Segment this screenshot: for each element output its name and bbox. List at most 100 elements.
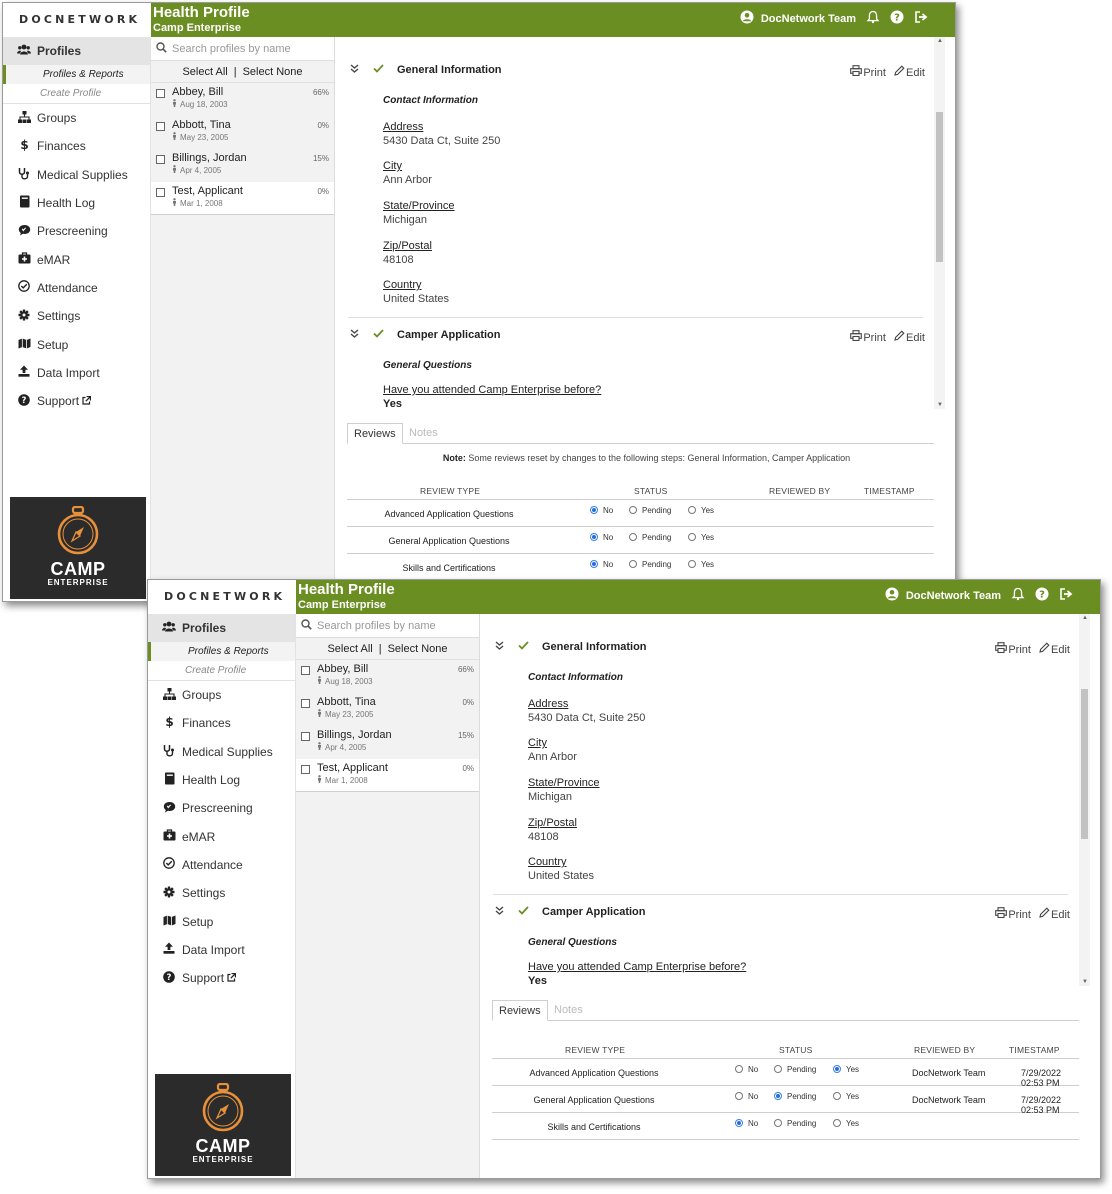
form-scrollbar[interactable]: ▲ ▼ xyxy=(934,37,945,409)
profile-list-item[interactable]: Abbey, Bill Aug 18, 2003 66% xyxy=(151,83,334,116)
tab-reviews[interactable]: Reviews xyxy=(347,423,403,444)
bell-icon[interactable] xyxy=(1011,587,1025,604)
sidebar-item-data-import[interactable]: Data Import xyxy=(148,936,295,964)
section-general-information[interactable]: General Information Print Edit xyxy=(350,64,925,82)
sidebar-item-data-import[interactable]: Data Import xyxy=(3,359,150,387)
status-radio-pending[interactable]: Pending xyxy=(774,1092,816,1101)
radio-circle[interactable] xyxy=(833,1092,841,1100)
edit-button[interactable]: Edit xyxy=(894,330,925,344)
user-name[interactable]: DocNetwork Team xyxy=(761,13,856,25)
logout-icon[interactable] xyxy=(1059,587,1074,604)
section-general-information[interactable]: General Information Print Edit xyxy=(495,641,1070,659)
radio-circle[interactable] xyxy=(774,1092,782,1100)
radio-circle[interactable] xyxy=(833,1065,841,1073)
profile-list-item[interactable]: Billings, Jordan Apr 4, 2005 15% xyxy=(151,149,334,182)
tab-reviews[interactable]: Reviews xyxy=(492,1000,548,1021)
select-none-link[interactable]: Select None xyxy=(388,643,448,655)
help-icon[interactable]: ? xyxy=(1035,587,1049,604)
sidebar-item-finances[interactable]: $ Finances xyxy=(3,132,150,160)
status-radio-pending[interactable]: Pending xyxy=(774,1119,816,1128)
sidebar-item-finances[interactable]: $ Finances xyxy=(148,709,295,737)
sidebar-item-profiles[interactable]: Profiles xyxy=(3,37,150,65)
status-radio-pending[interactable]: Pending xyxy=(629,533,671,542)
search-input[interactable]: Search profiles by name xyxy=(151,37,334,61)
collapse-chevrons-icon[interactable] xyxy=(495,906,504,919)
status-radio-yes[interactable]: Yes xyxy=(833,1065,859,1074)
print-button[interactable]: Print xyxy=(850,65,889,79)
radio-circle[interactable] xyxy=(590,560,598,568)
status-radio-pending[interactable]: Pending xyxy=(774,1065,816,1074)
user-avatar-icon[interactable] xyxy=(740,10,754,27)
print-button[interactable]: Print xyxy=(995,642,1034,656)
user-avatar-icon[interactable] xyxy=(885,587,899,604)
radio-circle[interactable] xyxy=(833,1119,841,1127)
profile-list-item[interactable]: Abbey, Bill Aug 18, 2003 66% xyxy=(296,660,479,693)
search-input[interactable]: Search profiles by name xyxy=(296,614,479,638)
status-radio-no[interactable]: No xyxy=(735,1119,758,1128)
sidebar-item-health-log[interactable]: Health Log xyxy=(148,766,295,794)
logout-icon[interactable] xyxy=(914,10,929,27)
section-camper-application[interactable]: Camper Application Print Edit xyxy=(495,906,1070,924)
sidebar-item-setup[interactable]: Setup xyxy=(3,330,150,358)
user-name[interactable]: DocNetwork Team xyxy=(906,590,1001,602)
sidebar-item-attendance[interactable]: Attendance xyxy=(3,274,150,302)
edit-button[interactable]: Edit xyxy=(894,65,925,79)
radio-circle[interactable] xyxy=(688,533,696,541)
scrollbar-thumb[interactable] xyxy=(936,112,943,262)
collapse-chevrons-icon[interactable] xyxy=(495,641,504,654)
radio-circle[interactable] xyxy=(590,533,598,541)
radio-circle[interactable] xyxy=(590,506,598,514)
status-radio-no[interactable]: No xyxy=(590,533,613,542)
sidebar-item-groups[interactable]: Groups xyxy=(3,104,150,132)
sidebar-item-medical-supplies[interactable]: Medical Supplies xyxy=(3,161,150,189)
profile-checkbox[interactable] xyxy=(156,155,165,164)
profile-checkbox[interactable] xyxy=(156,89,165,98)
bell-icon[interactable] xyxy=(866,10,880,27)
edit-button[interactable]: Edit xyxy=(1039,907,1070,921)
sidebar-subitem-profiles-reports[interactable]: Profiles & Reports xyxy=(3,65,150,84)
collapse-chevrons-icon[interactable] xyxy=(350,329,359,342)
scroll-up-arrow-icon[interactable]: ▲ xyxy=(1082,615,1088,621)
sidebar-item-groups[interactable]: Groups xyxy=(148,681,295,709)
profile-list-item[interactable]: Test, Applicant Mar 1, 2008 0% xyxy=(296,759,479,792)
radio-circle[interactable] xyxy=(629,533,637,541)
sidebar-subitem-create-profile[interactable]: Create Profile xyxy=(3,84,150,104)
status-radio-no[interactable]: No xyxy=(735,1065,758,1074)
docnetwork-logo[interactable]: DOCNETWORK xyxy=(3,3,151,37)
status-radio-yes[interactable]: Yes xyxy=(688,533,714,542)
help-icon[interactable]: ? xyxy=(890,10,904,27)
radio-circle[interactable] xyxy=(688,506,696,514)
sidebar-item-prescreening[interactable]: Prescreening xyxy=(148,794,295,822)
sidebar-item-profiles[interactable]: Profiles xyxy=(148,614,295,642)
sidebar-item-settings[interactable]: Settings xyxy=(148,879,295,907)
radio-circle[interactable] xyxy=(735,1065,743,1073)
radio-circle[interactable] xyxy=(774,1065,782,1073)
sidebar-item-setup[interactable]: Setup xyxy=(148,907,295,935)
profile-list-item[interactable]: Test, Applicant Mar 1, 2008 0% xyxy=(151,182,334,215)
sidebar-item-support[interactable]: ? Support xyxy=(3,387,150,415)
status-radio-no[interactable]: No xyxy=(590,560,613,569)
profile-checkbox[interactable] xyxy=(301,699,310,708)
edit-button[interactable]: Edit xyxy=(1039,642,1070,656)
sidebar-item-health-log[interactable]: Health Log xyxy=(3,189,150,217)
radio-circle[interactable] xyxy=(735,1119,743,1127)
status-radio-no[interactable]: No xyxy=(735,1092,758,1101)
radio-circle[interactable] xyxy=(774,1119,782,1127)
status-radio-pending[interactable]: Pending xyxy=(629,560,671,569)
print-button[interactable]: Print xyxy=(995,907,1034,921)
select-none-link[interactable]: Select None xyxy=(243,66,303,78)
sidebar-item-attendance[interactable]: Attendance xyxy=(148,851,295,879)
radio-circle[interactable] xyxy=(735,1092,743,1100)
profile-list-item[interactable]: Abbott, Tina May 23, 2005 0% xyxy=(296,693,479,726)
status-radio-yes[interactable]: Yes xyxy=(688,560,714,569)
scrollbar-thumb[interactable] xyxy=(1081,689,1088,839)
scroll-up-arrow-icon[interactable]: ▲ xyxy=(937,38,943,44)
profile-checkbox[interactable] xyxy=(156,122,165,131)
status-radio-yes[interactable]: Yes xyxy=(833,1119,859,1128)
profile-list-item[interactable]: Abbott, Tina May 23, 2005 0% xyxy=(151,116,334,149)
profile-checkbox[interactable] xyxy=(301,666,310,675)
radio-circle[interactable] xyxy=(629,560,637,568)
select-all-link[interactable]: Select All xyxy=(327,643,372,655)
status-radio-pending[interactable]: Pending xyxy=(629,506,671,515)
sidebar-item-emar[interactable]: eMAR xyxy=(148,822,295,850)
